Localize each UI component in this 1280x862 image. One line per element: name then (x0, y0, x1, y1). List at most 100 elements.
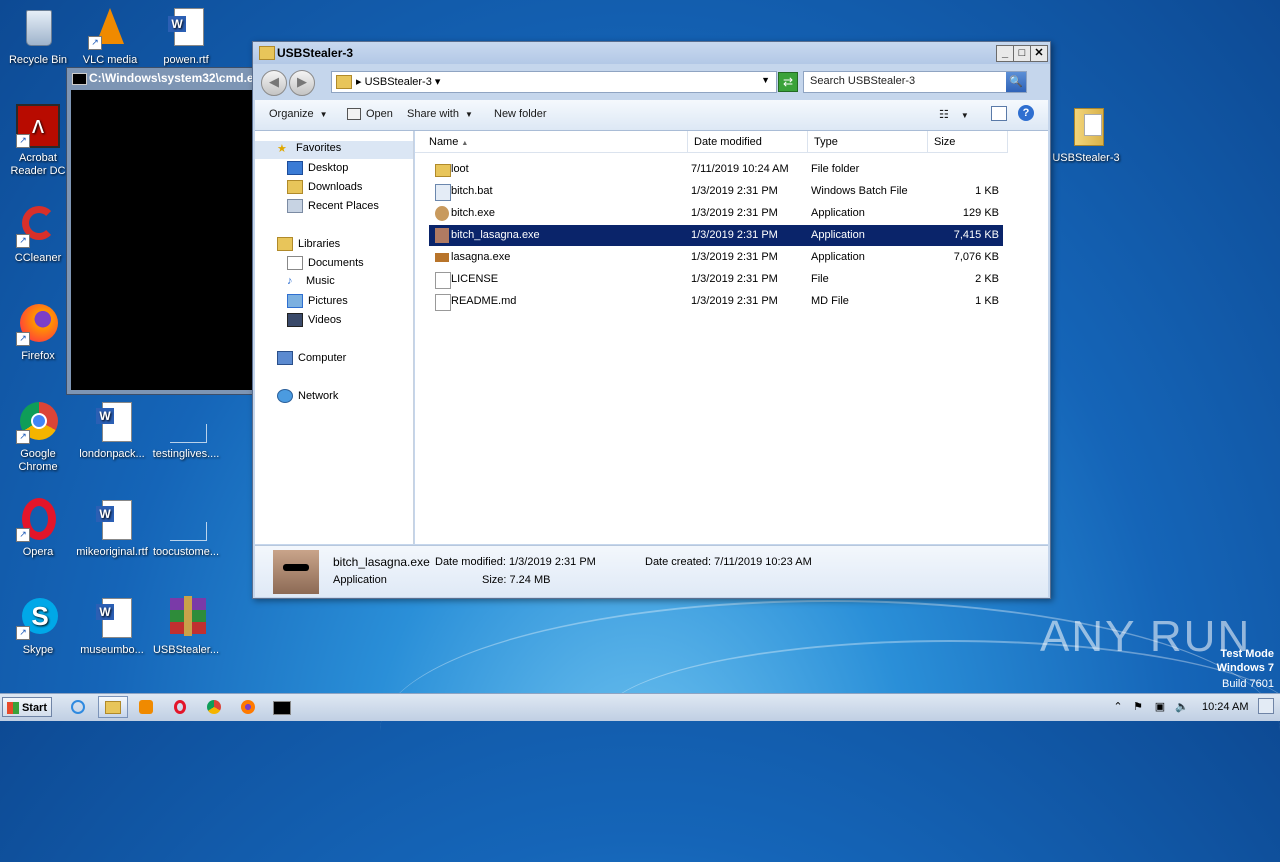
column-header-size[interactable]: Size (928, 131, 1008, 153)
desktop-icon-vlc[interactable]: ↗ VLC media (72, 6, 148, 67)
batch-file-icon (435, 184, 451, 201)
breadcrumb-item[interactable]: USBStealer-3 (365, 76, 432, 88)
organize-button[interactable]: Organize ▼ (269, 108, 328, 120)
forward-button[interactable]: ▶ (289, 70, 315, 96)
desktop-icon-londonpack[interactable]: W londonpack... (74, 400, 150, 461)
cmd-window[interactable]: C:\Windows\system32\cmd.exe (66, 67, 268, 395)
file-row[interactable]: lasagna.exe 1/3/2019 2:31 PM Application… (429, 247, 1003, 268)
nav-label: Documents (308, 256, 364, 269)
desktop-icon-chrome[interactable]: ↗ Google Chrome (0, 400, 76, 474)
desktop-icon-mikeoriginal[interactable]: W mikeoriginal.rtf (74, 498, 150, 559)
new-folder-button[interactable]: New folder (494, 108, 547, 120)
breadcrumb[interactable]: ▸ USBStealer-3 ▾ (356, 75, 440, 88)
desktop-icon-opera[interactable]: ↗ Opera (0, 498, 76, 559)
column-header-name[interactable]: Name ▲ (415, 131, 688, 153)
desktop-icon-ccleaner[interactable]: ↗ CCleaner (0, 204, 76, 265)
ie-taskbar-icon[interactable] (68, 698, 88, 716)
nav-favorites[interactable]: ★ Favorites (277, 142, 341, 160)
address-bar[interactable]: ▸ USBStealer-3 ▾ ▼ (331, 71, 777, 93)
desktop-icon-skype[interactable]: S ↗ Skype (0, 596, 76, 657)
flag-icon[interactable]: ⚑ (1128, 698, 1148, 716)
nav-recent-places[interactable]: Recent Places (287, 199, 379, 217)
file-list[interactable]: Name ▲ Date modified Type Size loot 7/11… (415, 131, 1048, 544)
desktop-icon-testinglives[interactable]: testinglives.... (148, 400, 224, 461)
column-header-type[interactable]: Type (808, 131, 928, 153)
nav-desktop[interactable]: Desktop (287, 161, 348, 179)
documents-icon (287, 256, 303, 270)
open-button[interactable]: Open (347, 108, 393, 121)
nav-pictures[interactable]: Pictures (287, 294, 348, 312)
file-row[interactable]: bitch.exe 1/3/2019 2:31 PM Application 1… (429, 203, 1003, 224)
firefox-taskbar-icon[interactable] (238, 698, 258, 716)
explorer-window[interactable]: USBStealer-3 _ □ ✕ ◀ ▶ ▸ USBStealer-3 ▾ … (252, 41, 1051, 599)
address-dropdown-icon[interactable]: ▼ (761, 75, 770, 85)
close-button[interactable]: ✕ (1030, 45, 1048, 62)
file-thumbnail (273, 550, 319, 594)
nav-downloads[interactable]: Downloads (287, 180, 362, 198)
nav-videos[interactable]: Videos (287, 313, 341, 331)
file-row[interactable]: loot 7/11/2019 10:24 AM File folder (429, 159, 1003, 180)
open-label: Open (366, 108, 393, 120)
desktop-icon-museumbo[interactable]: W museumbo... (74, 596, 150, 657)
file-date: 1/3/2019 2:31 PM (691, 207, 778, 219)
desktop-icon-powen[interactable]: W powen.rtf (148, 6, 224, 67)
share-with-button[interactable]: Share with ▼ (407, 108, 473, 120)
recycle-bin-icon (16, 6, 60, 50)
show-hidden-icons-icon[interactable]: ⌃ (1108, 698, 1128, 716)
back-button[interactable]: ◀ (261, 70, 287, 96)
help-icon[interactable]: ? (1018, 105, 1034, 121)
vlc-icon: ↗ (88, 6, 132, 50)
view-icon: ☷ (939, 109, 949, 121)
file-row[interactable]: README.md 1/3/2019 2:31 PM MD File 1 KB (429, 291, 1003, 312)
desktop-icon-recycle-bin[interactable]: Recycle Bin (0, 6, 76, 67)
search-box[interactable]: Search USBStealer-3 🔍 (803, 71, 1027, 93)
start-button[interactable]: Start (2, 697, 52, 717)
desktop-icon-usbstealer-archive[interactable]: USBStealer... (148, 596, 224, 657)
navigation-pane: ★ Favorites Desktop Downloads Recent Plac… (255, 131, 414, 544)
nav-libraries[interactable]: Libraries (277, 237, 340, 255)
file-date: 1/3/2019 2:31 PM (691, 185, 778, 197)
file-row[interactable]: LICENSE 1/3/2019 2:31 PM File 2 KB (429, 269, 1003, 290)
desktop-icon-firefox[interactable]: ↗ Firefox (0, 302, 76, 363)
cmd-taskbar-icon[interactable] (272, 698, 292, 716)
chevron-down-icon: ▼ (464, 110, 473, 119)
volume-icon[interactable]: 🔈 (1172, 698, 1192, 716)
search-input[interactable]: Search USBStealer-3 (810, 75, 915, 87)
clock[interactable]: 10:24 AM (1202, 701, 1248, 713)
nav-label: Desktop (308, 161, 349, 174)
file-row[interactable]: bitch.bat 1/3/2019 2:31 PM Windows Batch… (429, 181, 1003, 202)
network-icon (277, 389, 293, 403)
column-header-date[interactable]: Date modified (688, 131, 808, 153)
maximize-button[interactable]: □ (1013, 45, 1031, 62)
desktop-icon-toocustome[interactable]: toocustome... (148, 498, 224, 559)
file-row-selected[interactable]: bitch_lasagna.exe 1/3/2019 2:31 PM Appli… (429, 225, 1003, 246)
nav-computer[interactable]: Computer (277, 351, 346, 369)
desktop-icon (287, 161, 303, 175)
explorer-title-bar[interactable]: USBStealer-3 _ □ ✕ (253, 42, 1050, 64)
desktop-icon-label: Firefox (21, 350, 55, 362)
chrome-taskbar-icon[interactable] (204, 698, 224, 716)
media-player-taskbar-icon[interactable] (136, 698, 156, 716)
cmd-title-bar[interactable]: C:\Windows\system32\cmd.exe (67, 68, 267, 88)
explorer-taskbar-button[interactable] (98, 696, 128, 718)
nav-music[interactable]: ♪ Music (287, 275, 335, 293)
desktop-icon-acrobat[interactable]: ᴧ ↗ Acrobat Reader DC (0, 104, 76, 178)
desktop-icon-usbstealer-folder[interactable]: USBStealer-3 (1048, 104, 1124, 165)
file-size: 129 KB (962, 207, 999, 219)
view-options-button[interactable]: ☷ ▼ (939, 108, 969, 121)
nav-network[interactable]: Network (277, 389, 338, 407)
opera-taskbar-icon[interactable] (170, 698, 190, 716)
libraries-icon (277, 237, 293, 251)
preview-pane-button[interactable] (991, 106, 1007, 121)
details-size: Size: 7.24 MB (482, 574, 551, 586)
search-icon[interactable]: 🔍 (1006, 72, 1026, 92)
show-desktop-button[interactable] (1258, 698, 1274, 714)
network-tray-icon[interactable]: ▣ (1150, 698, 1170, 716)
desktop-icon-label: museumbo... (80, 644, 144, 656)
details-date-created: Date created: 7/11/2019 10:23 AM (645, 556, 812, 568)
command-bar: Organize ▼ Open Share with ▼ New folder ☷ ▼… (255, 100, 1048, 131)
cmd-console[interactable] (71, 90, 267, 390)
minimize-button[interactable]: _ (996, 45, 1014, 62)
nav-documents[interactable]: Documents (287, 256, 364, 274)
refresh-button[interactable]: ⇄ (778, 72, 798, 92)
